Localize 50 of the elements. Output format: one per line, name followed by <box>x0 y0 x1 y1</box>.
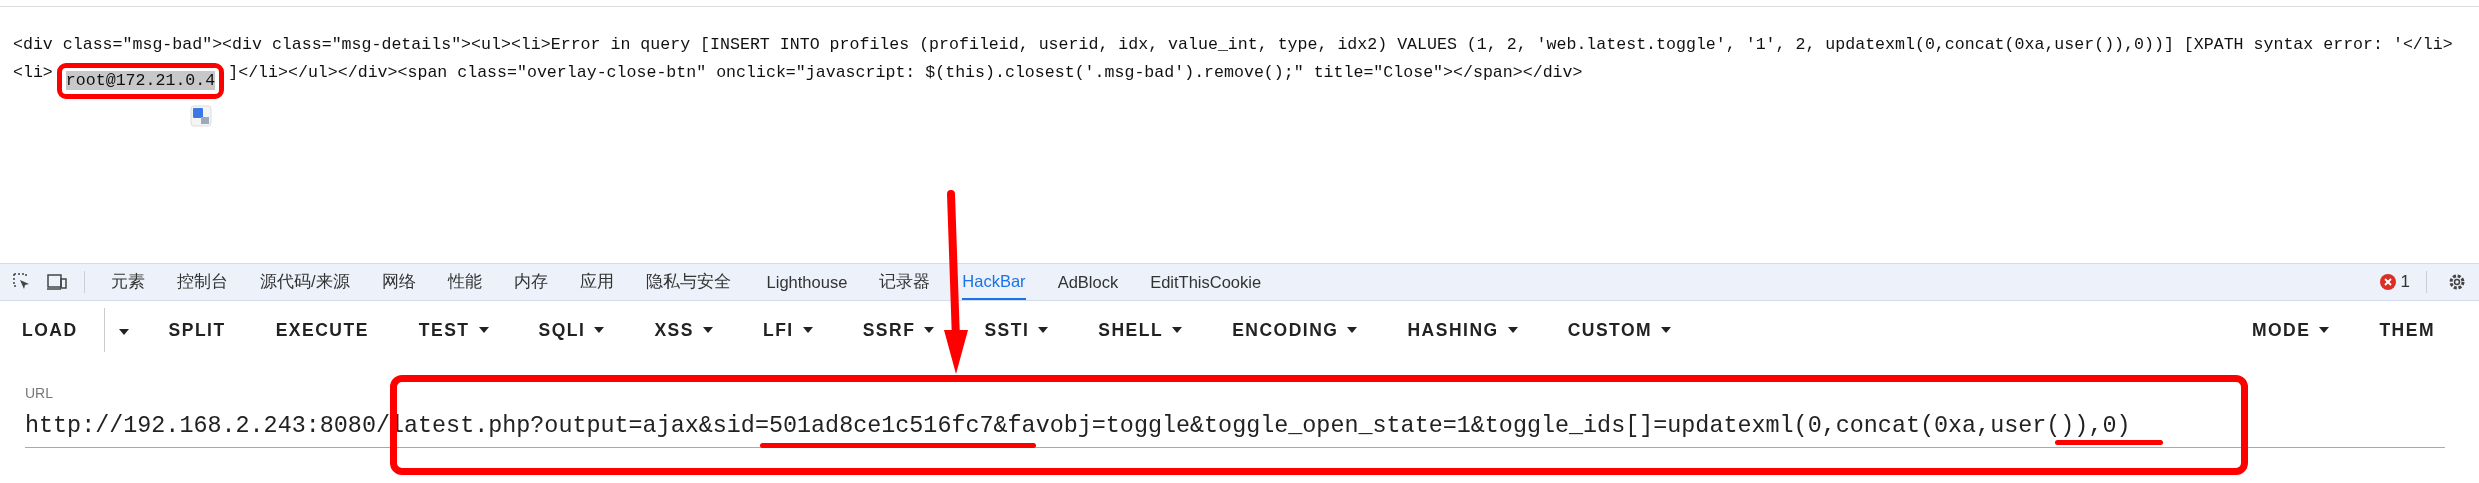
devtools-tab[interactable]: 内存 <box>513 264 548 300</box>
caret-icon <box>1038 327 1049 333</box>
caret-icon <box>478 327 489 333</box>
devtools-tab[interactable]: AdBlock <box>1057 264 1119 300</box>
caret-icon <box>702 327 713 333</box>
devtools-tab[interactable]: 记录器 <box>879 264 931 300</box>
toolbar-button[interactable]: THEM <box>2373 311 2441 349</box>
source-text: <div class="msg-bad"><div class="msg-details"><ul><li>Error in query [INSERT INTO profiles (profileid, userid, idx, value_int, type, idx2) VALUES (1, 2, 'web.latest.toggle', '1', 2, updatexml(0,concat(0xa,user()),0))] [XPATH syntax error: '</li> <box>13 35 2453 54</box>
device-toolbar-icon[interactable] <box>46 272 68 292</box>
devtools-tab[interactable]: Lighthouse <box>766 264 848 300</box>
devtools-tab[interactable]: HackBar <box>962 264 1026 300</box>
toolbar-menu-button[interactable]: LFI <box>756 311 819 349</box>
toolbar-button[interactable]: EXECUTE <box>269 311 375 349</box>
devtools-tab[interactable]: 隐私与安全 <box>645 264 731 300</box>
devtools-tab[interactable]: 应用 <box>579 264 614 300</box>
toolbar-menu-button[interactable]: MODE <box>2245 311 2336 349</box>
devtools-tab[interactable]: 元素 <box>111 264 145 300</box>
devtools-tab[interactable]: 性能 <box>447 264 482 300</box>
translate-icon[interactable] <box>190 105 212 127</box>
caret-icon <box>118 328 129 335</box>
caret-icon <box>1507 327 1518 333</box>
toolbar-menu-button[interactable]: SSRF <box>856 311 941 349</box>
error-icon <box>2378 273 2397 291</box>
devtools-tab[interactable]: EditThisCookie <box>1150 264 1262 300</box>
devtools-tab[interactable]: 源代码/来源 <box>260 264 350 300</box>
caret-icon <box>1661 327 1672 333</box>
toolbar-button[interactable]: LOAD <box>16 311 84 349</box>
caret-icon <box>1172 327 1183 333</box>
devtools-tab[interactable]: 网络 <box>381 264 416 300</box>
toolbar-menu-button[interactable]: ENCODING <box>1226 311 1364 349</box>
selected-text: root@172.21.0.4 <box>65 71 216 90</box>
settings-icon[interactable] <box>2447 272 2467 292</box>
toolbar-menu-button[interactable]: HASHING <box>1401 311 1524 349</box>
toolbar-menu-button[interactable]: TEST <box>412 311 495 349</box>
caret-icon <box>924 327 935 333</box>
toolbar-menu-button[interactable]: SQLI <box>532 311 611 349</box>
caret-icon <box>802 327 813 333</box>
toolbar-button[interactable]: SPLIT <box>162 311 232 349</box>
devtools-tab[interactable]: 控制台 <box>177 264 228 300</box>
caret-icon <box>2319 327 2330 333</box>
toolbar-menu-button[interactable]: SHELL <box>1092 311 1189 349</box>
caret-icon <box>594 327 605 333</box>
field-label: URL <box>25 385 54 401</box>
toolbar-menu-button[interactable]: SSTI <box>978 311 1055 349</box>
source-text: ]</li></ul></div><span class="overlay-close-btn" onclick="javascript: $(this).closest('.msg-bad').remove();" title="Close"></span></div> <box>228 63 1583 82</box>
error-count[interactable]: 1 <box>2400 272 2410 292</box>
toolbar-menu-button[interactable]: XSS <box>648 311 719 349</box>
source-text: <li> <box>13 63 53 82</box>
caret-icon <box>1347 327 1358 333</box>
toolbar-menu-button[interactable]: CUSTOM <box>1561 311 1678 349</box>
